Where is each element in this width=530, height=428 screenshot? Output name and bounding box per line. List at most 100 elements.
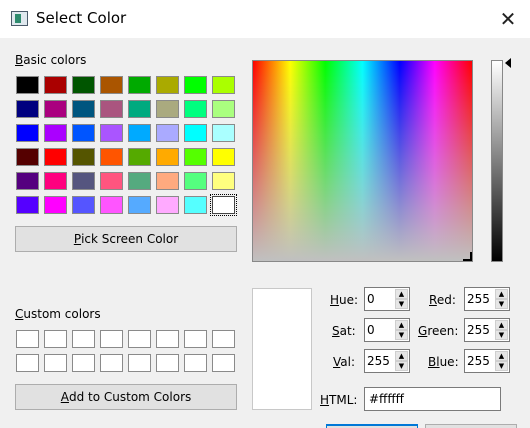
sat-input[interactable] — [367, 322, 395, 338]
custom-color-swatch[interactable] — [212, 354, 235, 372]
basic-color-swatch[interactable] — [128, 196, 151, 214]
add-to-custom-colors-button[interactable]: Add to Custom Colors — [15, 384, 237, 410]
custom-color-swatch[interactable] — [128, 354, 151, 372]
custom-color-swatch[interactable] — [100, 330, 123, 348]
basic-color-swatch[interactable] — [100, 100, 123, 118]
basic-color-swatch[interactable] — [44, 76, 67, 94]
blue-down-icon[interactable]: ▼ — [495, 361, 508, 371]
val-up-icon[interactable]: ▲ — [395, 351, 408, 361]
basic-color-swatch[interactable] — [16, 100, 39, 118]
custom-color-swatch[interactable] — [44, 354, 67, 372]
basic-color-swatch[interactable] — [128, 124, 151, 142]
basic-color-swatch[interactable] — [16, 148, 39, 166]
luminance-slider[interactable] — [491, 60, 503, 262]
basic-color-swatch[interactable] — [128, 100, 151, 118]
custom-color-swatch[interactable] — [72, 354, 95, 372]
custom-color-swatch[interactable] — [184, 330, 207, 348]
custom-color-swatch[interactable] — [100, 354, 123, 372]
basic-color-swatch[interactable] — [128, 172, 151, 190]
basic-color-swatch[interactable] — [128, 148, 151, 166]
hue-spinbox[interactable]: ▲▼ — [364, 287, 410, 311]
basic-color-swatch[interactable] — [16, 76, 39, 94]
custom-color-swatch[interactable] — [156, 354, 179, 372]
basic-color-swatch[interactable] — [156, 172, 179, 190]
red-up-icon[interactable]: ▲ — [495, 289, 508, 299]
basic-color-swatch[interactable] — [44, 124, 67, 142]
basic-color-swatch[interactable] — [16, 124, 39, 142]
html-color-input[interactable] — [364, 387, 501, 411]
val-down-icon[interactable]: ▼ — [395, 361, 408, 371]
blue-up-icon[interactable]: ▲ — [495, 351, 508, 361]
basic-color-swatch[interactable] — [72, 172, 95, 190]
window-title: Select Color — [36, 9, 127, 27]
basic-color-swatch[interactable] — [128, 76, 151, 94]
basic-color-swatch[interactable] — [212, 172, 235, 190]
custom-color-swatch[interactable] — [212, 330, 235, 348]
basic-color-swatch[interactable] — [156, 76, 179, 94]
blue-input[interactable] — [467, 353, 495, 369]
basic-color-swatch[interactable] — [72, 76, 95, 94]
custom-color-swatch[interactable] — [44, 330, 67, 348]
cancel-button[interactable] — [425, 424, 517, 428]
basic-color-swatch[interactable] — [212, 76, 235, 94]
basic-color-swatch[interactable] — [156, 124, 179, 142]
basic-color-swatch[interactable] — [100, 124, 123, 142]
basic-color-swatch[interactable] — [72, 196, 95, 214]
custom-color-swatch[interactable] — [72, 330, 95, 348]
basic-color-swatch[interactable] — [156, 148, 179, 166]
basic-color-swatch[interactable] — [156, 100, 179, 118]
sat-up-icon[interactable]: ▲ — [395, 320, 408, 330]
green-up-icon[interactable]: ▲ — [495, 320, 508, 330]
basic-color-swatch[interactable] — [184, 100, 207, 118]
title-bar: Select Color ✕ — [0, 0, 530, 38]
custom-color-swatch[interactable] — [156, 330, 179, 348]
basic-color-swatch[interactable] — [212, 148, 235, 166]
basic-color-swatch[interactable] — [44, 196, 67, 214]
color-spectrum[interactable] — [252, 60, 473, 262]
green-spinbox[interactable]: ▲▼ — [464, 318, 510, 342]
blue-spinbox[interactable]: ▲▼ — [464, 349, 510, 373]
basic-color-swatch[interactable] — [212, 124, 235, 142]
basic-color-swatch[interactable] — [184, 172, 207, 190]
basic-color-swatch[interactable] — [184, 124, 207, 142]
close-icon[interactable]: ✕ — [486, 0, 530, 38]
custom-color-swatch[interactable] — [16, 354, 39, 372]
red-label: Red: — [429, 293, 456, 307]
sat-spinbox[interactable]: ▲▼ — [364, 318, 410, 342]
basic-color-swatch[interactable] — [100, 196, 123, 214]
custom-color-swatch[interactable] — [184, 354, 207, 372]
hue-down-icon[interactable]: ▼ — [395, 299, 408, 309]
basic-color-swatch[interactable] — [16, 172, 39, 190]
basic-color-swatch[interactable] — [100, 172, 123, 190]
basic-color-swatch[interactable] — [100, 148, 123, 166]
basic-color-swatch[interactable] — [72, 148, 95, 166]
hue-up-icon[interactable]: ▲ — [395, 289, 408, 299]
basic-color-swatch[interactable] — [72, 100, 95, 118]
red-spinbox[interactable]: ▲▼ — [464, 287, 510, 311]
hue-input[interactable] — [367, 291, 395, 307]
ok-button[interactable] — [326, 424, 418, 428]
basic-color-swatch[interactable] — [16, 196, 39, 214]
red-input[interactable] — [467, 291, 495, 307]
basic-color-swatch[interactable] — [212, 100, 235, 118]
luminance-arrow-icon[interactable] — [505, 58, 511, 68]
pick-screen-color-button[interactable]: Pick Screen Color — [15, 226, 237, 252]
custom-color-swatch[interactable] — [128, 330, 151, 348]
basic-color-swatch[interactable] — [210, 194, 237, 216]
basic-color-swatch[interactable] — [184, 148, 207, 166]
red-down-icon[interactable]: ▼ — [495, 299, 508, 309]
green-input[interactable] — [467, 322, 495, 338]
basic-color-swatch[interactable] — [44, 172, 67, 190]
basic-color-swatch[interactable] — [44, 148, 67, 166]
custom-color-swatch[interactable] — [16, 330, 39, 348]
basic-color-swatch[interactable] — [156, 196, 179, 214]
sat-down-icon[interactable]: ▼ — [395, 330, 408, 340]
basic-color-swatch[interactable] — [184, 196, 207, 214]
basic-color-swatch[interactable] — [184, 76, 207, 94]
basic-color-swatch[interactable] — [72, 124, 95, 142]
basic-color-swatch[interactable] — [100, 76, 123, 94]
val-spinbox[interactable]: ▲▼ — [364, 349, 410, 373]
basic-color-swatch[interactable] — [44, 100, 67, 118]
val-input[interactable] — [367, 353, 395, 369]
green-down-icon[interactable]: ▼ — [495, 330, 508, 340]
